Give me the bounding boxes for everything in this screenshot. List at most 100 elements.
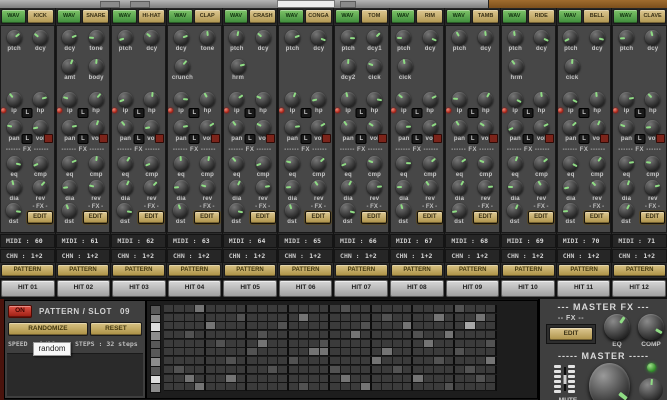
step-cell[interactable] xyxy=(382,348,392,356)
randomize-button[interactable]: RANDOMIZE xyxy=(8,322,88,336)
step-cell[interactable] xyxy=(247,314,257,322)
knob-dla[interactable] xyxy=(229,180,244,195)
pattern-button[interactable]: PATTERN xyxy=(168,264,221,277)
knob-eq[interactable] xyxy=(7,156,22,171)
step-cell[interactable] xyxy=(278,314,288,322)
step-cell[interactable] xyxy=(361,331,371,339)
step-cell[interactable] xyxy=(216,331,226,339)
step-cell[interactable] xyxy=(268,357,278,365)
knob-dst[interactable] xyxy=(173,203,188,218)
channel-name-button[interactable]: CLAP xyxy=(194,9,221,24)
step-cell[interactable] xyxy=(195,366,205,374)
step-cell[interactable] xyxy=(247,348,257,356)
knob-ptch[interactable] xyxy=(7,30,22,45)
fx-edit-button[interactable]: EDIT xyxy=(473,211,499,224)
step-cell[interactable] xyxy=(195,340,205,348)
step-cell[interactable] xyxy=(341,331,351,339)
step-cell[interactable] xyxy=(309,314,319,322)
step-cell[interactable] xyxy=(341,348,351,356)
master-volume-knob[interactable] xyxy=(589,363,630,400)
step-cell[interactable] xyxy=(258,357,268,365)
step-cell[interactable] xyxy=(476,348,486,356)
filter-link-button[interactable]: L xyxy=(356,108,367,118)
channel-name-button[interactable]: TOM xyxy=(361,9,388,24)
step-cell[interactable] xyxy=(195,375,205,383)
knob-dla[interactable] xyxy=(563,180,578,195)
midi-display[interactable]: MIDI :62 xyxy=(111,234,166,248)
knob-tone[interactable] xyxy=(89,30,104,45)
step-cell[interactable] xyxy=(278,331,288,339)
step-cell[interactable] xyxy=(455,331,465,339)
step-cell[interactable] xyxy=(174,305,184,313)
hit-tab-1[interactable]: HIT 01 xyxy=(1,280,55,297)
wav-button[interactable]: WAV xyxy=(57,9,82,24)
fx-edit-button[interactable]: EDIT xyxy=(27,211,53,224)
step-cell[interactable] xyxy=(237,383,247,391)
step-cell[interactable] xyxy=(278,348,288,356)
step-cell[interactable] xyxy=(320,383,330,391)
knob-dcy[interactable] xyxy=(590,30,605,45)
step-cell[interactable] xyxy=(434,348,444,356)
mix-mute-button[interactable] xyxy=(155,134,164,143)
step-cell[interactable] xyxy=(424,331,434,339)
step-cell[interactable] xyxy=(445,314,455,322)
knob-eq[interactable] xyxy=(118,156,133,171)
step-cell[interactable] xyxy=(372,348,382,356)
step-cell[interactable] xyxy=(258,366,268,374)
step-cell[interactable] xyxy=(206,348,216,356)
step-cell[interactable] xyxy=(351,375,361,383)
knob-dla[interactable] xyxy=(452,180,467,195)
knob-vol[interactable] xyxy=(256,120,271,135)
knob-dcy[interactable] xyxy=(256,30,271,45)
step-cell[interactable] xyxy=(174,314,184,322)
step-cell[interactable] xyxy=(465,375,475,383)
step-cell[interactable] xyxy=(278,322,288,330)
channel-name-button[interactable]: HI-HAT xyxy=(138,9,165,24)
knob-pan[interactable] xyxy=(229,120,244,135)
knob-vol[interactable] xyxy=(534,120,549,135)
filter-link-button[interactable]: L xyxy=(22,108,33,118)
knob-ptch[interactable] xyxy=(563,30,578,45)
step-cell[interactable] xyxy=(206,375,216,383)
step-cell[interactable] xyxy=(341,366,351,374)
step-cell[interactable] xyxy=(361,375,371,383)
wav-button[interactable]: WAV xyxy=(168,9,193,24)
step-cell[interactable] xyxy=(309,357,319,365)
step-cell[interactable] xyxy=(476,375,486,383)
fx-edit-button[interactable]: EDIT xyxy=(361,211,387,224)
step-cell[interactable] xyxy=(309,340,319,348)
chn-display[interactable]: CHN :1+2 xyxy=(334,249,389,263)
mix-mute-button[interactable] xyxy=(600,134,609,143)
step-cell[interactable] xyxy=(393,331,403,339)
step-cell[interactable] xyxy=(445,340,455,348)
hit-tab-7[interactable]: HIT 07 xyxy=(334,280,388,297)
filter-link-button[interactable]: L xyxy=(634,108,645,118)
knob-eq[interactable] xyxy=(62,156,77,171)
step-cell[interactable] xyxy=(320,340,330,348)
step-cell[interactable] xyxy=(289,366,299,374)
step-cell[interactable] xyxy=(320,305,330,313)
knob-dst[interactable] xyxy=(619,203,634,218)
step-cell[interactable] xyxy=(341,357,351,365)
step-cell[interactable] xyxy=(185,366,195,374)
step-cell[interactable] xyxy=(372,314,382,322)
master-aux-knob[interactable] xyxy=(639,378,663,400)
step-cell[interactable] xyxy=(341,340,351,348)
step-cell[interactable] xyxy=(195,357,205,365)
step-cell[interactable] xyxy=(434,340,444,348)
knob-ptch[interactable] xyxy=(341,30,356,45)
step-cell[interactable] xyxy=(445,383,455,391)
step-cell[interactable] xyxy=(465,322,475,330)
step-cell[interactable] xyxy=(258,305,268,313)
wav-button[interactable]: WAV xyxy=(224,9,249,24)
step-cell[interactable] xyxy=(247,331,257,339)
knob-hp[interactable] xyxy=(33,92,48,107)
step-cell[interactable] xyxy=(476,322,486,330)
step-cell[interactable] xyxy=(299,331,309,339)
step-cell[interactable] xyxy=(174,357,184,365)
step-cell[interactable] xyxy=(268,375,278,383)
knob-lp[interactable] xyxy=(7,92,22,107)
reset-button[interactable]: RESET xyxy=(90,322,142,336)
knob-vol[interactable] xyxy=(645,120,660,135)
mix-mute-button[interactable] xyxy=(99,134,108,143)
